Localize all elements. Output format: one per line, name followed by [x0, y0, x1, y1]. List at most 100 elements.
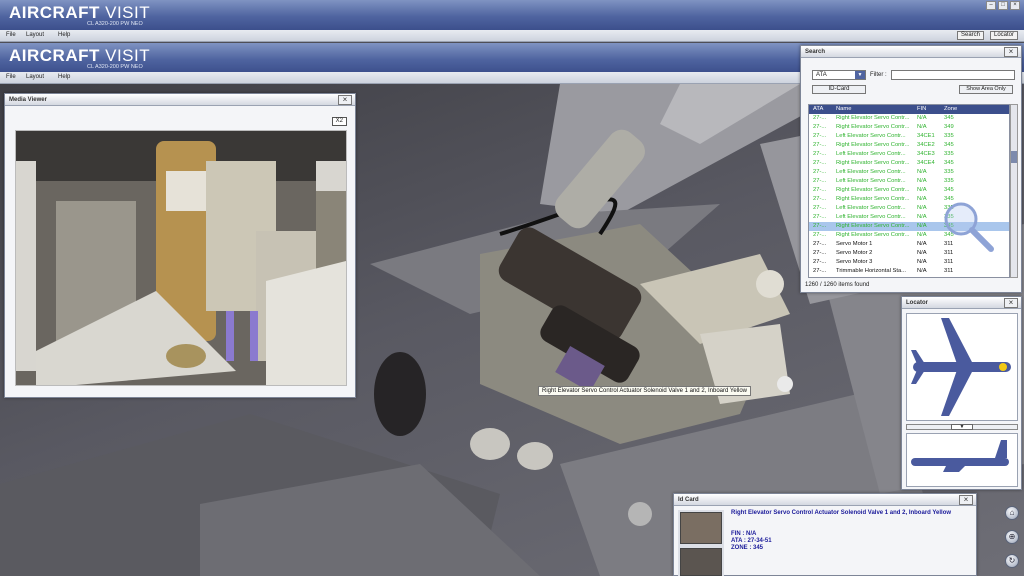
chevron-down-icon[interactable]: ▼ [951, 424, 973, 430]
results-table: ATA Name FIN Zone 27-... Right Elevator S… [808, 104, 1010, 278]
search-panel-title: Search [801, 46, 1021, 58]
cell-zone: 311 [944, 259, 954, 265]
app-logo: AIRCRAFT VISIT [9, 3, 151, 22]
menu-layout-inner[interactable]: Layout [26, 74, 44, 80]
search-toggle-button[interactable]: Search [957, 31, 985, 40]
menu-help[interactable]: Help [58, 32, 70, 38]
table-row[interactable]: 27-... Left Elevator Servo Contr... 34CE3 3… [809, 150, 1009, 159]
table-row[interactable]: 27-... Left Elevator Servo Contr... N/A 335 [809, 177, 1009, 186]
part-tooltip: Right Elevator Servo Control Actuator So… [538, 386, 752, 396]
locator-divider[interactable]: ▼ [906, 424, 1018, 430]
id-card-zone: ZONE : 345 [731, 545, 764, 551]
col-fin[interactable]: FIN [917, 105, 944, 114]
id-card-details: FIN : N/A ATA : 27-34-51 ZONE : 345 [731, 531, 772, 552]
id-card-panel: Id Card × Right Elevator Servo Control A… [673, 493, 977, 576]
id-card-button[interactable]: ID-Card [812, 85, 866, 94]
thumbnail-1[interactable] [680, 512, 722, 544]
col-name[interactable]: Name [836, 105, 917, 114]
menu-file-inner[interactable]: File [6, 74, 16, 80]
minimize-icon[interactable]: – [986, 1, 996, 10]
maximize-icon[interactable]: □ [998, 1, 1008, 10]
window-controls: – □ × [986, 1, 1020, 10]
table-row[interactable]: 27-... Servo Motor 3 N/A 311 [809, 258, 1009, 267]
close-icon[interactable]: × [1004, 298, 1018, 308]
close-icon[interactable]: × [1004, 47, 1018, 57]
locator-toggle-button[interactable]: Locator [990, 31, 1019, 40]
cell-name: Right Elevator Servo Contr... [836, 187, 910, 193]
cell-ata: 27-... [813, 133, 827, 139]
cell-ata: 27-... [813, 160, 827, 166]
magnifier-icon [944, 202, 994, 252]
aircraft-top-icon [911, 318, 1011, 416]
col-ata[interactable]: ATA [809, 105, 836, 114]
cell-name: Right Elevator Servo Contr... [836, 223, 910, 229]
cell-name: Servo Motor 3 [836, 259, 873, 265]
solenoid-valve-1 [470, 428, 510, 460]
ata-select[interactable]: ATA ▼ [812, 70, 866, 80]
table-row[interactable]: 27-... Right Elevator Servo Contr... N/A 34… [809, 186, 1009, 195]
cell-fin: N/A [917, 169, 927, 175]
cell-fin: N/A [917, 124, 927, 130]
table-row[interactable]: 27-... Right Elevator Servo Contr... N/A 34… [809, 114, 1009, 123]
cell-name: Right Elevator Servo Contr... [836, 124, 910, 130]
close-icon[interactable]: × [959, 495, 973, 505]
locator-top-view[interactable] [906, 313, 1018, 421]
search-panel: Search × ATA ▼ Filter : ID-Card Show Are… [800, 45, 1022, 293]
table-row[interactable]: 27-... Left Elevator Servo Contr... 34CE1 3… [809, 132, 1009, 141]
menu-layout[interactable]: Layout [26, 32, 44, 38]
cell-ata: 27-... [813, 259, 827, 265]
zoom-icon[interactable]: ⊕ [1005, 530, 1019, 544]
rotate-icon[interactable]: ↻ [1005, 554, 1019, 568]
table-row[interactable]: 27-... Trimmable Horizontal Sta... N/A 311 [809, 267, 1009, 276]
cell-name: Right Elevator Servo Contr... [836, 160, 910, 166]
cell-ata: 27-... [813, 232, 827, 238]
cell-zone: 345 [944, 187, 954, 193]
cell-name: Servo Motor 2 [836, 250, 873, 256]
cell-name: Left Elevator Servo Contr... [836, 205, 906, 211]
results-count: 1260 / 1260 items found [805, 282, 870, 288]
cell-fin: 34CE1 [917, 133, 935, 139]
cell-ata: 27-... [813, 178, 827, 184]
table-row[interactable]: 27-... Right Elevator Servo Contr... 34CE4… [809, 159, 1009, 168]
connector-bundle [374, 352, 426, 436]
menu-file[interactable]: File [6, 32, 16, 38]
id-card-title: Id Card [674, 494, 976, 506]
cell-name: Left Elevator Servo Contr... [836, 178, 906, 184]
cell-name: Right Elevator Servo Contr... [836, 232, 910, 238]
locator-side-view[interactable] [906, 433, 1018, 487]
cell-fin: N/A [917, 268, 927, 274]
close-icon[interactable]: × [1010, 1, 1020, 10]
app-subtitle: CL A320-200 PW NEO [87, 21, 143, 27]
cell-fin: 34CE4 [917, 160, 935, 166]
close-icon[interactable]: × [338, 95, 352, 105]
solenoid-valve-2 [517, 442, 553, 470]
zoom-button[interactable]: X2 [331, 117, 347, 126]
cell-zone: 345 [944, 142, 954, 148]
cell-name: Left Elevator Servo Contr... [836, 133, 906, 139]
col-zone[interactable]: Zone [944, 105, 966, 114]
chevron-down-icon: ▼ [855, 71, 865, 79]
filter-input[interactable] [891, 70, 1015, 80]
table-row[interactable]: 27-... Right Elevator Servo Contr... 34CE2… [809, 141, 1009, 150]
cell-name: Servo Motor 1 [836, 241, 873, 247]
show-area-only-button[interactable]: Show Area Only [959, 85, 1013, 94]
cell-name: Trimmable Horizontal Sta... [836, 268, 907, 274]
outer-title-bar: AIRCRAFT VISIT CL A320-200 PW NEO – □ × [0, 0, 1024, 30]
cell-zone: 345 [944, 160, 954, 166]
table-row[interactable]: 27-... Left Elevator Servo Contr... N/A 335 [809, 168, 1009, 177]
scrollbar-thumb[interactable] [1011, 151, 1017, 163]
locator-panel: Locator × ▼ [901, 296, 1022, 490]
cell-name: Left Elevator Servo Contr... [836, 169, 906, 175]
home-icon[interactable]: ⌂ [1005, 506, 1019, 520]
cell-ata: 27-... [813, 205, 827, 211]
cell-zone: 311 [944, 268, 954, 274]
thumbnail-2[interactable] [680, 548, 722, 576]
results-scrollbar[interactable] [1010, 104, 1018, 278]
id-card-thumbnails [678, 510, 724, 576]
cell-zone: 349 [944, 124, 954, 130]
cell-ata: 27-... [813, 169, 827, 175]
id-card-ata: ATA : 27-34-51 [731, 538, 772, 544]
menu-help-inner[interactable]: Help [58, 74, 70, 80]
table-row[interactable]: 27-... Right Elevator Servo Contr... N/A 34… [809, 123, 1009, 132]
cell-name: Left Elevator Servo Contr... [836, 151, 906, 157]
